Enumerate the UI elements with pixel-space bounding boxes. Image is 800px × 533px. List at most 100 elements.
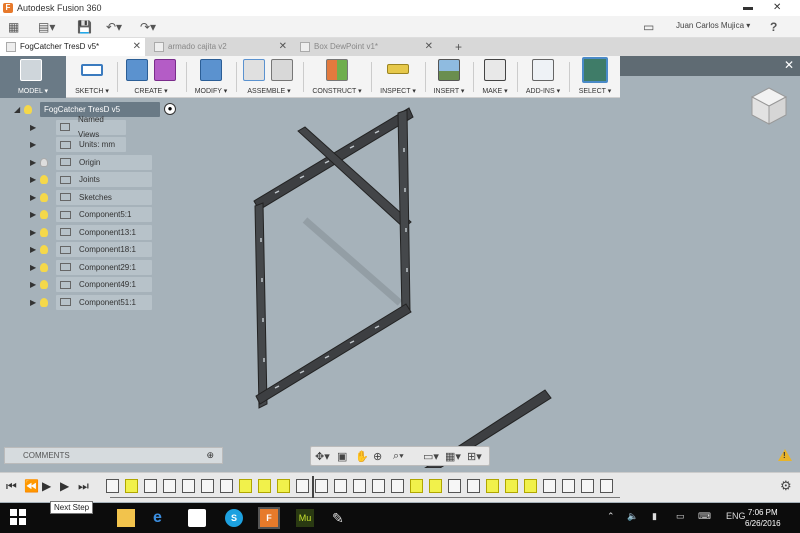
assemble-menu[interactable]: ASSEMBLE ▾ [239, 56, 299, 98]
timeline-feature-icon[interactable] [524, 479, 537, 493]
create-menu[interactable]: CREATE ▾ [120, 56, 182, 98]
file-icon[interactable]: ▤▾ [38, 20, 55, 34]
timeline-feature-icon[interactable] [144, 479, 157, 493]
expand-icon[interactable]: ▶ [30, 123, 40, 132]
visibility-bulb-icon[interactable] [40, 157, 48, 167]
help-button[interactable]: ? [770, 20, 777, 34]
browser-item[interactable]: ▶ Component5:1 [30, 207, 152, 223]
tray-chevron-icon[interactable]: ⌃ [607, 511, 615, 522]
edge-browser-icon[interactable]: e [153, 509, 171, 527]
expand-icon[interactable]: ▶ [30, 263, 40, 272]
browser-item[interactable]: ▶ Component29:1 [30, 259, 152, 275]
warning-icon[interactable]: ! [778, 449, 792, 461]
message-icon[interactable]: ▭ [676, 511, 685, 522]
timeline-feature-icon[interactable] [277, 479, 290, 493]
timeline-feature-icon[interactable] [562, 479, 575, 493]
expand-icon[interactable]: ▶ [30, 140, 40, 149]
timeline-feature-icon[interactable] [429, 479, 442, 493]
timeline-feature-icon[interactable] [201, 479, 214, 493]
timeline-play-button[interactable]: ▶ [42, 479, 51, 493]
timeline-feature-icon[interactable] [258, 479, 271, 493]
timeline-feature-icon[interactable] [448, 479, 461, 493]
timeline-feature-icon[interactable] [182, 479, 195, 493]
timeline-feature-icon[interactable] [410, 479, 423, 493]
save-icon[interactable]: 💾 [77, 20, 92, 34]
add-ins-menu[interactable]: ADD-INS ▾ [520, 56, 566, 98]
comments-panel[interactable]: COMMENTS ⊕ [4, 447, 223, 464]
browser-item[interactable]: ▶ Component49:1 [30, 277, 152, 293]
timeline-back-button[interactable]: ⏪ [24, 479, 39, 493]
minimize-button[interactable]: ▬ [743, 2, 753, 13]
muse-icon[interactable]: Mu [296, 509, 314, 527]
store-icon[interactable] [188, 509, 206, 527]
close-window-button[interactable]: ✕ [773, 2, 781, 13]
bottom-rail[interactable] [255, 303, 412, 405]
select-menu[interactable]: SELECT ▾ [572, 56, 618, 98]
pan-icon[interactable]: ✋ [355, 450, 369, 463]
timeline-feature-icon[interactable] [600, 479, 613, 493]
timeline-marker[interactable] [312, 476, 314, 498]
viewports-icon[interactable]: ⊞▾ [467, 450, 482, 463]
grid-settings-icon[interactable]: ▦▾ [445, 450, 461, 463]
volume-icon[interactable]: 🔈 [627, 511, 638, 522]
visibility-bulb-icon[interactable] [40, 175, 48, 184]
browser-item[interactable]: ▶ Component13:1 [30, 224, 152, 240]
activate-icon[interactable]: ● [164, 103, 176, 115]
paint-icon[interactable]: ✎ [332, 509, 350, 527]
right-post[interactable] [397, 109, 411, 317]
browser-item[interactable]: ▶ Joints [30, 172, 152, 188]
close-tab-icon[interactable]: ✕ [133, 38, 141, 56]
visibility-bulb-icon[interactable] [40, 210, 48, 219]
timeline-feature-icon[interactable] [220, 479, 233, 493]
expand-icon[interactable]: ▶ [30, 175, 40, 184]
construct-menu[interactable]: CONSTRUCT ▾ [306, 56, 368, 98]
inspect-menu[interactable]: INSPECT ▾ [374, 56, 422, 98]
visibility-bulb-icon[interactable] [40, 262, 48, 272]
browser-item[interactable]: ▶ Units: mm [30, 137, 126, 153]
visibility-bulb-icon[interactable] [40, 280, 48, 289]
viewcube[interactable] [748, 86, 790, 128]
timeline-feature-icon[interactable] [543, 479, 556, 493]
visibility-bulb-icon[interactable] [40, 227, 48, 237]
timeline-feature-icon[interactable] [163, 479, 176, 493]
zoom-icon[interactable]: ⌕▾ [393, 450, 404, 463]
tab-box-dewpoint[interactable]: Box DewPoint v1* ✕ [294, 38, 437, 56]
timeline-feature-icon[interactable] [125, 479, 138, 493]
timeline-start-button[interactable]: ⏮ [6, 479, 17, 494]
expand-icon[interactable]: ▶ [30, 280, 40, 289]
visibility-bulb-icon[interactable] [40, 192, 48, 202]
skype-icon[interactable]: S [225, 509, 243, 527]
chat-icon[interactable]: ▭ [643, 20, 654, 34]
collapse-icon[interactable]: ◢ [14, 105, 24, 114]
windows-start-icon[interactable] [10, 509, 28, 527]
display-settings-icon[interactable]: ▭▾ [423, 450, 439, 463]
timeline-feature-icon[interactable] [467, 479, 480, 493]
clock[interactable]: 7:06 PM 6/26/2016 [745, 507, 781, 529]
visibility-bulb-icon[interactable] [24, 104, 32, 114]
browser-item[interactable]: ▶ Sketches [30, 189, 152, 205]
close-panel-icon[interactable]: ✕ [784, 58, 794, 72]
visibility-bulb-icon[interactable] [40, 297, 48, 307]
grid-menu-icon[interactable]: ▦ [8, 20, 19, 34]
add-comment-icon[interactable]: ⊕ [206, 450, 214, 461]
timeline-feature-icon[interactable] [372, 479, 385, 493]
timeline-feature-icon[interactable] [581, 479, 594, 493]
expand-icon[interactable]: ▶ [30, 298, 40, 307]
expand-icon[interactable]: ▶ [30, 210, 40, 219]
make-menu[interactable]: MAKE ▾ [476, 56, 514, 98]
insert-menu[interactable]: INSERT ▾ [428, 56, 470, 98]
timeline-feature-icon[interactable] [296, 479, 309, 493]
modify-menu[interactable]: MODIFY ▾ [189, 56, 233, 98]
timeline-feature-icon[interactable] [353, 479, 366, 493]
timeline-feature-icon[interactable] [106, 479, 119, 493]
workspace-model-button[interactable]: MODEL ▾ [0, 56, 66, 98]
close-tab-icon[interactable]: ✕ [279, 38, 287, 56]
zoom-window-icon[interactable]: ⊕ [373, 450, 382, 463]
look-at-icon[interactable]: ▣ [337, 450, 347, 463]
file-explorer-icon[interactable] [117, 509, 135, 527]
expand-icon[interactable]: ▶ [30, 158, 40, 167]
fusion-taskbar-icon[interactable]: F [258, 507, 280, 529]
undo-icon[interactable]: ↶▾ [106, 20, 122, 34]
orbit-icon[interactable]: ✥▾ [315, 450, 330, 463]
browser-item[interactable]: ▶ Origin [30, 154, 152, 170]
